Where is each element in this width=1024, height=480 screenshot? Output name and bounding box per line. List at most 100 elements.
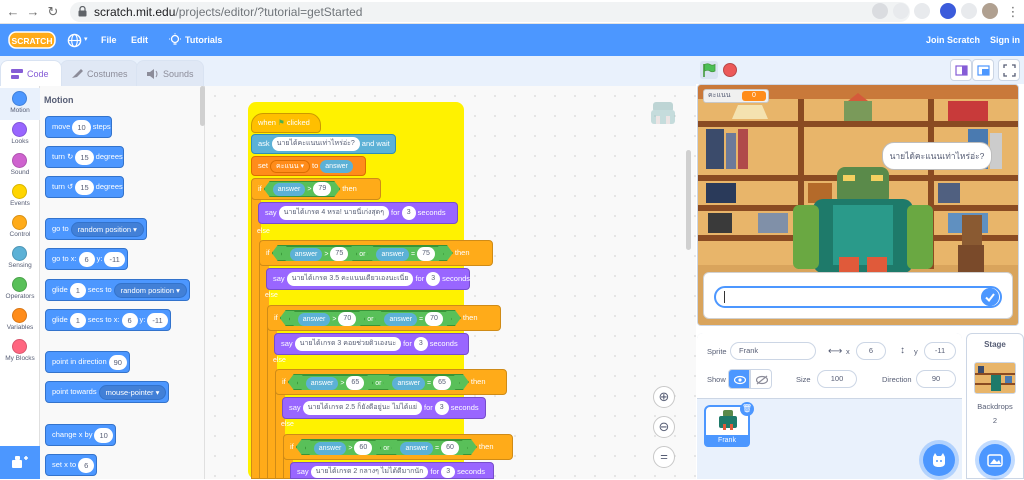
sign-in-link[interactable]: Sign in (990, 24, 1020, 56)
category-my-blocks[interactable]: My Blocks (0, 336, 40, 368)
change-x-input[interactable]: 10 (94, 427, 113, 443)
tab-costumes[interactable]: Costumes (60, 60, 138, 86)
sprite-x-input[interactable]: 6 (856, 342, 886, 360)
greater-than-operator[interactable]: answer >60 (305, 440, 381, 456)
say-secs-input[interactable]: 3 (413, 337, 428, 352)
turn-left-input[interactable]: 15 (75, 179, 94, 195)
if-block-5[interactable]: if answer >60 or answer = 60 then (283, 434, 513, 460)
workspace-scrollbar[interactable] (686, 150, 691, 250)
glide-xy-secs-input[interactable]: 1 (69, 312, 86, 328)
back-icon[interactable]: ← (4, 3, 22, 21)
variable-dropdown[interactable]: คะแนน ▾ (270, 159, 311, 173)
globe-icon[interactable] (67, 33, 82, 48)
say-block-1[interactable]: say นายได้เกรด 4 หรอ! นายนี่เก่งสุดๆ for 3 s… (258, 202, 458, 224)
say-message-input[interactable]: นายได้เกรด 4 หรอ! นายนี่เก่งสุดๆ (278, 206, 389, 221)
forward-icon[interactable]: → (24, 3, 42, 21)
lightbulb-icon[interactable] (168, 33, 182, 47)
greater-than-operator[interactable]: answer >70 (289, 311, 365, 327)
say-secs-input[interactable]: 3 (426, 272, 441, 287)
say-block-4[interactable]: say นายได้เกรด 2.5 ก็ยังดีอยู่นะ ไม่ได้แย… (282, 397, 486, 419)
more-icon[interactable]: ⋮ (1004, 3, 1022, 21)
turn-left-block[interactable]: turn ↺ 15 degrees (45, 176, 124, 198)
say-block-2[interactable]: say นายได้เกรด 3.5 คะแนนเดียวเองนะเนี่ย fo… (266, 268, 470, 290)
category-looks[interactable]: Looks (0, 119, 40, 151)
go-to-xy-block[interactable]: go to x: 6 y: -11 (45, 248, 128, 270)
equals-operator[interactable]: answer = 70 (375, 311, 451, 327)
if-block-4[interactable]: if answer >65 or answer = 65 then (275, 369, 507, 395)
score-variable-monitor[interactable]: คะแนน 0 (703, 89, 769, 103)
greater-than-operator[interactable]: answer >65 (297, 375, 373, 391)
category-motion[interactable]: Motion (0, 88, 40, 120)
glide-secs-input[interactable]: 1 (69, 282, 86, 298)
say-block-3[interactable]: say นายได้เกรด 3 คอยช่วยติวเองนะ for 3 secon… (274, 333, 469, 355)
tab-sounds[interactable]: Sounds (136, 60, 204, 86)
sprite-name-input[interactable]: Frank (730, 342, 816, 360)
direction-input[interactable]: 90 (108, 354, 127, 370)
go-to-x-input[interactable]: 6 (78, 251, 95, 267)
set-x-block[interactable]: set x to 6 (45, 454, 98, 476)
zoom-reset-button[interactable]: = (653, 446, 675, 468)
glide-target-dropdown[interactable]: random position ▾ (113, 282, 187, 298)
glide-y-input[interactable]: -11 (147, 312, 168, 328)
puzzle-icon[interactable] (961, 3, 977, 19)
tutorials-menu[interactable]: Tutorials (185, 24, 222, 56)
join-scratch-link[interactable]: Join Scratch (926, 24, 980, 56)
add-extension-button[interactable] (0, 446, 40, 479)
turn-right-block[interactable]: turn ↻ 15 degrees (45, 146, 124, 168)
category-control[interactable]: Control (0, 212, 40, 244)
say-secs-input[interactable]: 3 (441, 466, 456, 479)
tab-code[interactable]: Code (0, 60, 62, 86)
turn-right-input[interactable]: 15 (75, 149, 94, 165)
glide-to-xy-block[interactable]: glide 1 secs to x: 6 y: -11 (45, 309, 171, 331)
category-operators[interactable]: Operators (0, 274, 40, 306)
answer-input[interactable] (714, 286, 1002, 308)
address-bar[interactable]: scratch.mit.edu/projects/editor/?tutoria… (70, 2, 910, 22)
if-block-2[interactable]: if answer >75 or answer = 75 then (259, 240, 493, 266)
chevron-down-icon[interactable]: ▾ (84, 24, 88, 56)
sprite-size-input[interactable]: 100 (817, 370, 857, 388)
equals-operator[interactable]: answer = 65 (383, 375, 459, 391)
if-block-1[interactable]: if answer >79 then (251, 178, 381, 200)
set-x-input[interactable]: 6 (78, 457, 95, 473)
scratch-logo[interactable]: SCRATCH (8, 29, 56, 51)
category-events[interactable]: Events (0, 181, 40, 213)
move-steps-input[interactable]: 10 (72, 119, 91, 135)
say-message-input[interactable]: นายได้เกรด 3 คอยช่วยติวเองนะ (294, 337, 402, 352)
frank-sprite[interactable] (793, 165, 933, 280)
say-message-input[interactable]: นายได้เกรด 3.5 คะแนนเดียวเองนะเนี่ย (286, 272, 414, 287)
glide-to-block[interactable]: glide 1 secs to random position ▾ (45, 279, 190, 301)
when-flag-clicked-block[interactable]: when ⚑ clicked (251, 113, 321, 133)
glide-x-input[interactable]: 6 (121, 312, 138, 328)
translate-icon[interactable] (872, 3, 888, 19)
share-icon[interactable] (893, 3, 909, 19)
move-steps-block[interactable]: move 10 steps (45, 116, 112, 138)
fullscreen-button[interactable] (998, 59, 1020, 81)
greater-than-operator[interactable]: answer >75 (281, 246, 357, 262)
zoom-in-button[interactable]: ⊕ (653, 386, 675, 408)
say-block-5[interactable]: say นายได้เกรด 2 กลางๆ ไม่ได้ดีมากนัก for 3… (290, 462, 494, 479)
stop-button[interactable] (723, 63, 737, 77)
go-to-y-input[interactable]: -11 (104, 251, 125, 267)
choose-backdrop-button[interactable] (979, 444, 1011, 476)
normal-stage-button[interactable] (972, 59, 994, 81)
reload-icon[interactable]: ↻ (44, 3, 62, 21)
zoom-out-button[interactable]: ⊖ (653, 416, 675, 438)
edit-menu[interactable]: Edit (131, 24, 148, 56)
change-x-block[interactable]: change x by 10 (45, 424, 116, 446)
say-secs-input[interactable]: 3 (401, 206, 416, 221)
category-sound[interactable]: Sound (0, 150, 40, 182)
category-sensing[interactable]: Sensing (0, 243, 40, 275)
hide-sprite-button[interactable] (750, 369, 772, 389)
if-block-3[interactable]: if answer >70 or answer = 70 then (267, 305, 501, 331)
point-towards-block[interactable]: point towards mouse-pointer ▾ (45, 381, 170, 403)
sprite-direction-input[interactable]: 90 (916, 370, 956, 388)
equals-operator[interactable]: answer = 75 (367, 246, 443, 262)
submit-check-button[interactable] (981, 288, 999, 306)
greater-than-operator[interactable]: answer >79 (264, 181, 340, 197)
green-flag-button[interactable] (700, 61, 718, 79)
ask-and-wait-block[interactable]: ask นายได้คะแนนเท่าไหร่อ่ะ? and wait (251, 134, 396, 154)
category-variables[interactable]: Variables (0, 305, 40, 337)
extension-icon[interactable] (940, 3, 956, 19)
point-in-direction-block[interactable]: point in direction 90 (45, 351, 130, 373)
bookmark-icon[interactable] (914, 3, 930, 19)
